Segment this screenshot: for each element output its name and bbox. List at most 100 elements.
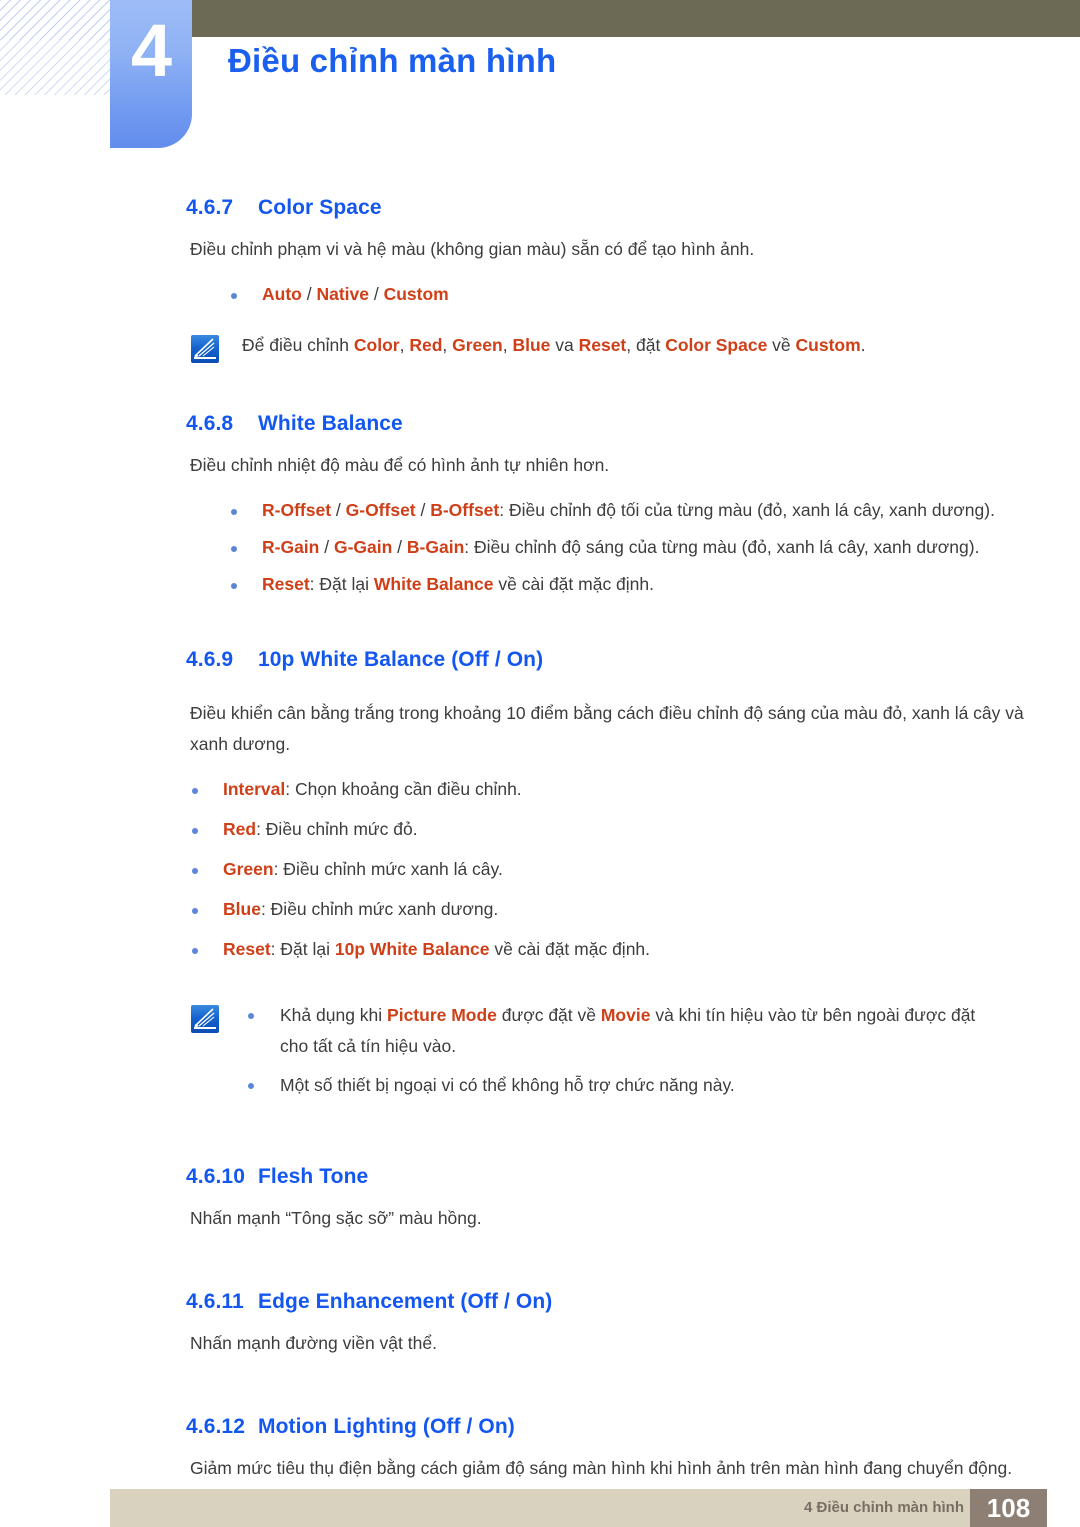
- item-description: : Đặt lại: [309, 574, 374, 594]
- list-item: Reset: Đặt lại 10p White Balance về cài …: [0, 934, 1080, 965]
- keyword: Red: [223, 819, 257, 839]
- section-number: 4.6.7: [186, 196, 234, 219]
- page-content: 4.6.7 Color Space Điều chỉnh phạm vi và …: [0, 196, 1080, 1484]
- keyword: Blue: [223, 899, 261, 919]
- keyword: R-Gain: [262, 537, 320, 557]
- section-heading-4-6-12: 4.6.12 Motion Lighting (Off / On): [0, 1415, 1080, 1439]
- item-description: : Điều chỉnh độ sáng của từng màu (đỏ, x…: [464, 537, 980, 557]
- footer-chapter-label: 4 Điều chỉnh màn hình: [803, 1499, 964, 1516]
- list-item: R-Offset / G-Offset / B-Offset: Điều chỉ…: [0, 495, 1080, 526]
- note-fragment: Khả dụng khi: [280, 1005, 388, 1025]
- note-pen-icon: [190, 334, 220, 364]
- item-description: : Điều chỉnh mức xanh lá cây.: [273, 859, 503, 879]
- section-body-4-6-8: Điều chỉnh nhiệt độ màu để có hình ảnh t…: [190, 455, 610, 475]
- option-list-4-6-8: R-Offset / G-Offset / B-Offset: Điều chỉ…: [0, 495, 1080, 600]
- keyword: Reset: [578, 335, 627, 355]
- note-text-4-6-7: Để điều chỉnh Color, Red, Green, Blue va…: [190, 330, 1080, 361]
- page-footer: 4 Điều chỉnh màn hình 108: [110, 1489, 1047, 1527]
- item-description: về cài đặt mặc định.: [489, 939, 651, 959]
- list-item: Reset: Đặt lại White Balance về cài đặt …: [0, 569, 1080, 600]
- list-item: Red: Điều chỉnh mức đỏ.: [0, 814, 1080, 845]
- keyword: White Balance: [373, 574, 494, 594]
- chapter-tab: 4: [110, 0, 192, 148]
- section-heading-4-6-11: 4.6.11 Edge Enhancement (Off / On): [0, 1290, 1080, 1314]
- keyword: Reset: [262, 574, 310, 594]
- section-title: Flesh Tone: [258, 1165, 369, 1188]
- separator: /: [392, 537, 407, 557]
- keyword: Custom: [383, 284, 449, 304]
- chapter-number: 4: [130, 9, 172, 92]
- note-fragment: , đặt: [626, 335, 666, 355]
- keyword: Auto: [262, 284, 302, 304]
- note-block-4-6-7: Để điều chỉnh Color, Red, Green, Blue va…: [0, 330, 1080, 370]
- keyword: R-Offset: [262, 500, 332, 520]
- item-description: về cài đặt mặc định.: [493, 574, 654, 594]
- item-description: : Điều chỉnh mức đỏ.: [256, 819, 418, 839]
- list-item: R-Gain / G-Gain / B-Gain: Điều chỉnh độ …: [0, 532, 1080, 563]
- keyword: Reset: [223, 939, 271, 959]
- section-number: 4.6.10: [186, 1165, 245, 1188]
- keyword: Custom: [795, 335, 861, 355]
- section-title: Color Space: [258, 196, 382, 219]
- note-fragment: được đặt về: [496, 1005, 601, 1025]
- note-block-4-6-9: Khả dụng khi Picture Mode được đặt về Mo…: [0, 1000, 1080, 1101]
- section-number: 4.6.9: [186, 648, 234, 671]
- keyword: Picture Mode: [387, 1005, 497, 1025]
- note-fragment: Để điều chỉnh: [242, 335, 354, 355]
- section-body-4-6-10: Nhấn mạnh “Tông sặc sỡ” màu hồng.: [190, 1208, 482, 1228]
- section-number: 4.6.8: [186, 412, 234, 435]
- section-title: Motion Lighting (Off / On): [258, 1415, 515, 1438]
- section-body-4-6-9: Điều khiển cân bằng trắng trong khoảng 1…: [190, 703, 1024, 754]
- keyword: Green: [223, 859, 274, 879]
- page-number-box: 108: [970, 1489, 1047, 1527]
- keyword: Native: [316, 284, 369, 304]
- note-list-4-6-9: Khả dụng khi Picture Mode được đặt về Mo…: [190, 1000, 1080, 1101]
- page-header: 4 Điều chỉnh màn hình: [0, 0, 1080, 160]
- section-number: 4.6.12: [186, 1415, 245, 1438]
- item-description: : Đặt lại: [270, 939, 335, 959]
- separator: /: [301, 284, 317, 304]
- note-fragment: về: [767, 335, 796, 355]
- section-number: 4.6.11: [186, 1290, 244, 1313]
- page-number: 108: [986, 1493, 1031, 1523]
- option-list-4-6-9: Interval: Chọn khoảng cần điều chỉnh. Re…: [0, 774, 1080, 965]
- keyword: B-Offset: [430, 500, 500, 520]
- section-title: White Balance: [258, 412, 403, 435]
- section-title: Edge Enhancement (Off / On): [258, 1290, 553, 1313]
- section-heading-4-6-8: 4.6.8 White Balance: [0, 412, 1080, 436]
- note-fragment: va: [550, 335, 579, 355]
- item-description: : Điều chỉnh độ tối của từng màu (đỏ, xa…: [499, 500, 995, 520]
- separator: /: [368, 284, 384, 304]
- item-description: : Điều chỉnh mức xanh dương.: [260, 899, 499, 919]
- section-heading-4-6-7: 4.6.7 Color Space: [0, 196, 1080, 220]
- separator: /: [415, 500, 431, 520]
- note-fragment: ,: [502, 335, 513, 355]
- section-heading-4-6-10: 4.6.10 Flesh Tone: [0, 1165, 1080, 1189]
- keyword: Red: [409, 335, 443, 355]
- keyword: Blue: [512, 335, 551, 355]
- section-title: 10p White Balance (Off / On): [258, 648, 544, 671]
- keyword: Movie: [600, 1005, 651, 1025]
- list-item: Green: Điều chỉnh mức xanh lá cây.: [0, 854, 1080, 885]
- keyword: Color Space: [665, 335, 768, 355]
- keyword: G-Gain: [333, 537, 393, 557]
- list-item: Một số thiết bị ngoại vi có thể không hỗ…: [190, 1070, 1080, 1101]
- list-item: Interval: Chọn khoảng cần điều chỉnh.: [0, 774, 1080, 805]
- item-description: : Chọn khoảng cần điều chỉnh.: [285, 779, 522, 799]
- header-olive-bar: [192, 0, 1080, 37]
- list-item: Auto / Native / Custom: [0, 279, 1080, 310]
- option-list-4-6-7: Auto / Native / Custom: [0, 279, 1080, 310]
- note-fragment: .: [860, 335, 866, 355]
- list-item: Blue: Điều chỉnh mức xanh dương.: [0, 894, 1080, 925]
- separator: /: [331, 500, 346, 520]
- list-item: Khả dụng khi Picture Mode được đặt về Mo…: [190, 1000, 1080, 1062]
- section-body-4-6-12: Giảm mức tiêu thụ điện bằng cách giảm độ…: [190, 1458, 1013, 1478]
- separator: /: [319, 537, 334, 557]
- note-fragment: ,: [442, 335, 453, 355]
- keyword: G-Offset: [345, 500, 416, 520]
- section-heading-4-6-9: 4.6.9 10p White Balance (Off / On): [0, 648, 1080, 672]
- chapter-title: Điều chỉnh màn hình: [228, 42, 557, 79]
- note-fragment: ,: [399, 335, 410, 355]
- keyword: Color: [353, 335, 400, 355]
- section-body-4-6-7: Điều chỉnh phạm vi và hệ màu (không gian…: [190, 239, 755, 259]
